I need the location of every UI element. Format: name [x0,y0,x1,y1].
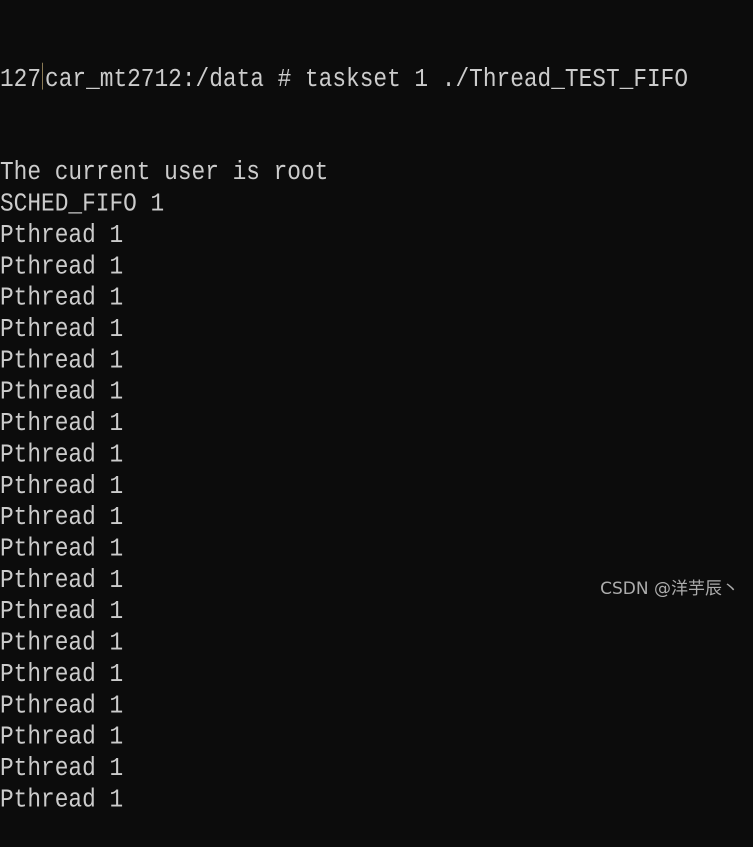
prompt: car_mt2712:/data # [45,64,305,95]
output-line: Pthread 1 [0,753,124,783]
exit-code: 127 [0,64,42,95]
output-line: The current user is root [0,157,329,188]
output-line: Pthread 1 [0,377,124,407]
output-line: Pthread 1 [0,502,124,532]
output-line: SCHED_FIFO 1 [0,189,165,219]
output-line: Pthread 1 [0,534,124,564]
output-line: Pthread 1 [0,659,124,689]
output-lines: The current user is root SCHED_FIFO 1 Pthr… [0,157,688,816]
output-line: Pthread 1 [0,346,124,376]
prompt-line: 127 car_mt2712:/data # taskset 1 ./Thread… [0,62,689,95]
output-line: Pthread 1 [0,220,124,250]
output-line: Pthread 1 [0,565,124,595]
output-line: Pthread 1 [0,283,124,313]
command: taskset 1 ./Thread_TEST_FIFO [304,64,689,95]
output-line: Pthread 1 [0,252,124,282]
output-line: Pthread 1 [0,408,124,438]
output-line: Pthread 1 [0,785,124,815]
output-line: Pthread 1 [0,628,124,658]
output-line: Pthread 1 [0,596,124,627]
terminal-output[interactable]: 127 car_mt2712:/data # taskset 1 ./Thread… [0,0,688,847]
output-line: Pthread 1 [0,471,124,501]
output-line: Pthread 1 [0,691,124,721]
watermark: CSDN @洋芋辰丶 [600,579,739,599]
prompt-separator [42,62,44,90]
output-line: Pthread 1 [0,314,124,344]
output-line: Pthread 1 [0,722,124,752]
output-line: Pthread 1 [0,440,124,470]
